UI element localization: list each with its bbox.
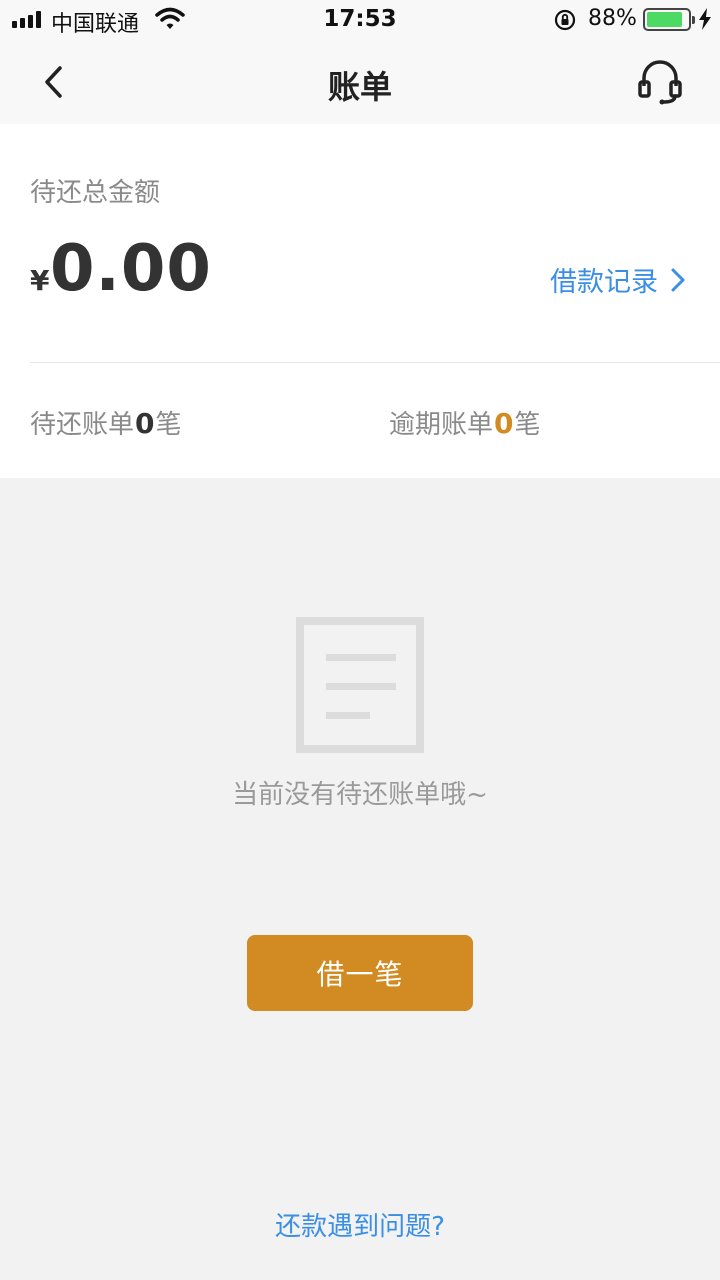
document-icon (296, 617, 424, 753)
currency-symbol: ¥ (30, 264, 50, 297)
battery-percent: 88% (588, 6, 637, 31)
total-due-amount: 0.00 (50, 232, 212, 306)
pending-bills-number: 0 (135, 407, 155, 440)
page-title: 账单 (327, 68, 392, 106)
bill-summary-card: 待还总金额 ¥ 0.00 借款记录 待还账单 0 笔 逾期账单 0 笔 (0, 124, 720, 478)
screen: 中国联通 17:53 88% 账单 待还总金额 ¥ 0.00 借款记录 待还账单… (0, 0, 720, 1280)
customer-service-button[interactable] (634, 56, 686, 108)
pending-bills-suffix: 笔 (155, 410, 182, 440)
overdue-bills-number: 0 (494, 407, 514, 440)
pending-bills-count: 待还账单 0 笔 (30, 404, 182, 441)
battery-icon (643, 8, 695, 31)
overdue-bills-suffix: 笔 (514, 410, 541, 440)
overdue-bills-count: 逾期账单 0 笔 (389, 404, 541, 441)
repayment-help-link[interactable]: 还款遇到问题? (0, 1206, 720, 1243)
divider (30, 362, 720, 363)
borrow-button[interactable]: 借一笔 (247, 935, 473, 1011)
empty-state-message: 当前没有待还账单哦~ (232, 780, 488, 810)
charging-bolt-icon (699, 8, 711, 30)
pending-bills-prefix: 待还账单 (30, 410, 135, 440)
loan-records-link[interactable]: 借款记录 (550, 260, 686, 299)
loan-records-label: 借款记录 (550, 267, 658, 298)
status-bar: 中国联通 17:53 88% (0, 0, 720, 40)
chevron-right-icon (671, 268, 685, 291)
total-due-label: 待还总金额 (30, 178, 161, 208)
overdue-bills-prefix: 逾期账单 (389, 410, 494, 440)
rotation-lock-icon (554, 9, 576, 31)
nav-bar: 账单 (0, 40, 720, 124)
